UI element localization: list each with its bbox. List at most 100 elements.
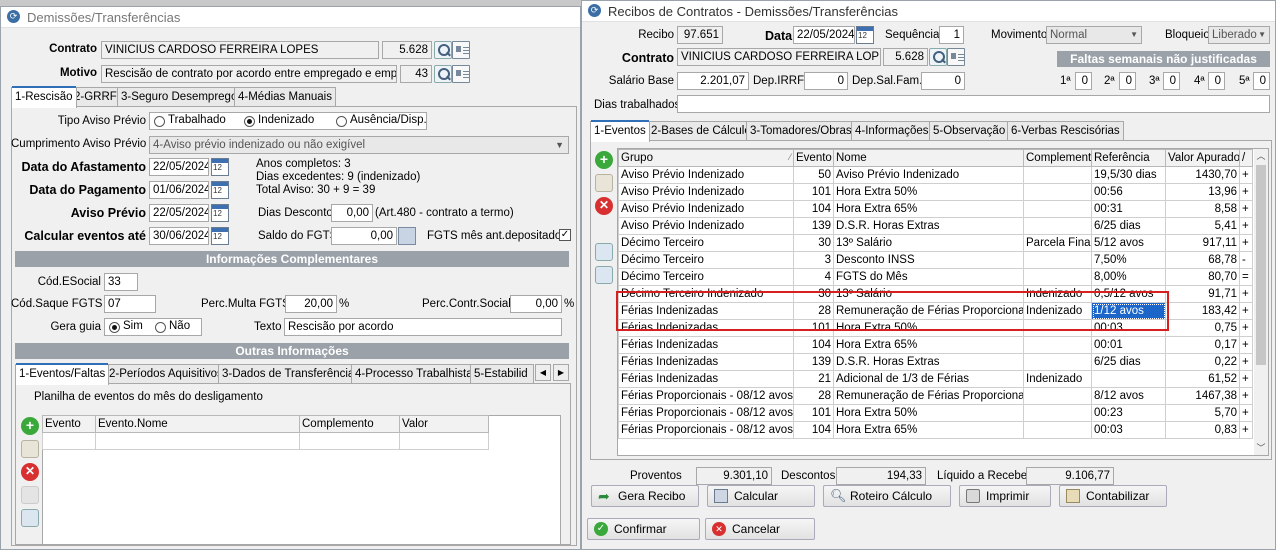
perc-multa-field[interactable]: 20,00 <box>285 295 337 313</box>
motivo-search-icon[interactable] <box>434 65 452 83</box>
tab-scroll-left-icon[interactable]: ◀ <box>535 364 551 381</box>
cod-saque-field[interactable]: 07 <box>104 295 156 313</box>
col-complemento[interactable]: Complemento <box>1023 149 1092 167</box>
cell-referencia[interactable]: 00:01 <box>1091 336 1166 354</box>
cell-valor[interactable]: 68,78 <box>1165 251 1240 269</box>
tab-verbas-rescisorias[interactable]: 6-Verbas Rescisórias <box>1007 121 1124 140</box>
cell-complemento[interactable]: Indenizado <box>1023 302 1092 320</box>
cell-grupo[interactable]: Décimo Terceiro Indenizado <box>618 285 794 303</box>
motivo-field[interactable]: Rescisão de contrato por acordo entre em… <box>101 65 397 83</box>
tab-bases-calculo[interactable]: 2-Bases de Cálculo <box>647 121 755 140</box>
add-icon[interactable]: + <box>595 151 613 169</box>
movimento-select[interactable]: Normal ▼ <box>1046 26 1142 44</box>
tab-medias-manuais[interactable]: 4-Médias Manuais <box>234 87 336 106</box>
cell-nome[interactable]: 13º Salário <box>833 285 1024 303</box>
table-row[interactable]: Férias Indenizadas 101 Hora Extra 50% 00:03… <box>618 319 1253 337</box>
cell-complemento[interactable] <box>1023 319 1092 337</box>
cell-referencia[interactable]: 0,5/12 avos <box>1091 285 1166 303</box>
cell-referencia[interactable]: 00:03 <box>1091 421 1166 439</box>
cell-nome[interactable]: 13º Salário <box>833 234 1024 252</box>
col-nome[interactable]: Nome <box>833 149 1024 167</box>
cell-complemento[interactable] <box>1023 421 1092 439</box>
cell-sinal[interactable]: + <box>1239 234 1253 252</box>
tab-grrf[interactable]: 2-GRRF <box>70 87 121 106</box>
contrato-code-field[interactable]: 5.628 <box>883 48 928 66</box>
data-afastamento-field[interactable]: 22/05/2024 <box>149 158 209 176</box>
radio-gera-guia-sim[interactable] <box>109 322 120 333</box>
radio-indenizado[interactable] <box>244 116 255 127</box>
cell-grupo[interactable]: Décimo Terceiro <box>618 268 794 286</box>
contabilizar-button[interactable]: Contabilizar <box>1059 485 1167 507</box>
cell-sinal[interactable]: + <box>1239 319 1253 337</box>
cell-complemento[interactable] <box>1023 387 1092 405</box>
scroll-thumb[interactable] <box>1256 165 1266 365</box>
cell-sinal[interactable]: + <box>1239 336 1253 354</box>
cell-grupo[interactable]: Férias Indenizadas <box>618 353 794 371</box>
cell-evento[interactable]: 28 <box>793 302 834 320</box>
cell-sinal[interactable]: + <box>1239 353 1253 371</box>
cell-sinal[interactable]: + <box>1239 285 1253 303</box>
cell-referencia[interactable]: 5/12 avos <box>1091 234 1166 252</box>
cell-sinal[interactable]: + <box>1239 302 1253 320</box>
col-referencia[interactable]: Referência <box>1091 149 1166 167</box>
dias-desconto-field[interactable]: 0,00 <box>331 204 373 222</box>
falta-1-field[interactable]: 0 <box>1075 72 1092 90</box>
cell-referencia[interactable]: 1/12 avos <box>1091 302 1166 320</box>
tab-rescisao[interactable]: 1-Rescisão <box>11 86 77 108</box>
cell-nome[interactable]: Aviso Prévio Indenizado <box>833 166 1024 184</box>
cell-referencia[interactable]: 00:03 <box>1091 319 1166 337</box>
col-complemento[interactable]: Complemento <box>299 415 400 433</box>
grid-scrollbar[interactable]: ︿ ﹀ <box>1254 149 1268 455</box>
cell-sinal[interactable]: = <box>1239 268 1253 286</box>
gera-recibo-button[interactable]: ➦ Gera Recibo <box>591 485 699 507</box>
col-evento[interactable]: Evento <box>42 415 96 433</box>
cell-complemento[interactable] <box>1023 217 1092 235</box>
cell-valor[interactable]: 13,96 <box>1165 183 1240 201</box>
cell-evento[interactable]: 101 <box>793 319 834 337</box>
recibo-field[interactable]: 97.651 <box>677 26 723 44</box>
cell-valor[interactable]: 8,58 <box>1165 200 1240 218</box>
cell-grupo[interactable]: Férias Indenizadas <box>618 336 794 354</box>
cell-complemento[interactable] <box>1023 268 1092 286</box>
cell-valor[interactable]: 0,83 <box>1165 421 1240 439</box>
cell-referencia[interactable]: 7,50% <box>1091 251 1166 269</box>
cod-esocial-field[interactable]: 33 <box>104 273 138 291</box>
cell-sinal[interactable]: + <box>1239 404 1253 422</box>
cell-grupo[interactable]: Férias Proporcionais - 08/12 avos <box>618 421 794 439</box>
cell-sinal[interactable]: + <box>1239 421 1253 439</box>
table-row[interactable]: Férias Indenizadas 28 Remuneração de Féria… <box>618 302 1253 320</box>
tab-tomadores-obras[interactable]: 3-Tomadores/Obras <box>746 121 856 140</box>
cell-complemento[interactable]: Indenizado <box>1023 370 1092 388</box>
cell-nome[interactable]: Hora Extra 50% <box>833 183 1024 201</box>
fgts-mes-checkbox[interactable]: ✓ <box>559 229 571 241</box>
cell-complemento[interactable] <box>1023 404 1092 422</box>
cell-sinal[interactable]: + <box>1239 200 1253 218</box>
bloqueio-select[interactable]: Liberado ▼ <box>1208 26 1270 44</box>
cell-grupo[interactable]: Férias Indenizadas <box>618 319 794 337</box>
cell-referencia[interactable]: 19,5/30 dias <box>1091 166 1166 184</box>
cell-valor[interactable]: 1430,70 <box>1165 166 1240 184</box>
cell-sinal[interactable]: - <box>1239 251 1253 269</box>
cell-referencia[interactable] <box>1091 370 1166 388</box>
scroll-down-icon[interactable]: ﹀ <box>1254 441 1268 455</box>
col-valor-apurado[interactable]: Valor Apurado <box>1165 149 1240 167</box>
cell-nome[interactable]: Hora Extra 65% <box>833 421 1024 439</box>
calcular-button[interactable]: Calcular <box>707 485 815 507</box>
delete-icon[interactable]: ✕ <box>21 463 39 481</box>
cell-complemento[interactable] <box>1023 166 1092 184</box>
calendar-icon[interactable]: 12 <box>211 227 229 245</box>
cell-nome[interactable]: Remuneração de Férias Proporcionais <box>833 387 1024 405</box>
cell-valor[interactable]: 61,52 <box>1165 370 1240 388</box>
cell-grupo[interactable]: Férias Indenizadas <box>618 302 794 320</box>
cell-grupo[interactable]: Décimo Terceiro <box>618 234 794 252</box>
cell-nome[interactable]: Hora Extra 65% <box>833 336 1024 354</box>
contrato-card-icon[interactable] <box>947 48 965 66</box>
cell-grupo[interactable]: Décimo Terceiro <box>618 251 794 269</box>
cell-sinal[interactable]: + <box>1239 370 1253 388</box>
tab-eventos[interactable]: 1-Eventos <box>590 120 650 142</box>
cell-referencia[interactable]: 00:23 <box>1091 404 1166 422</box>
calcular-ate-field[interactable]: 30/06/2024 <box>149 227 209 245</box>
edit-icon[interactable] <box>595 174 613 192</box>
table-row[interactable]: Férias Proporcionais - 08/12 avos 101 Hora… <box>618 404 1253 422</box>
table-row[interactable]: Férias Indenizadas 104 Hora Extra 65% 00:01… <box>618 336 1253 354</box>
